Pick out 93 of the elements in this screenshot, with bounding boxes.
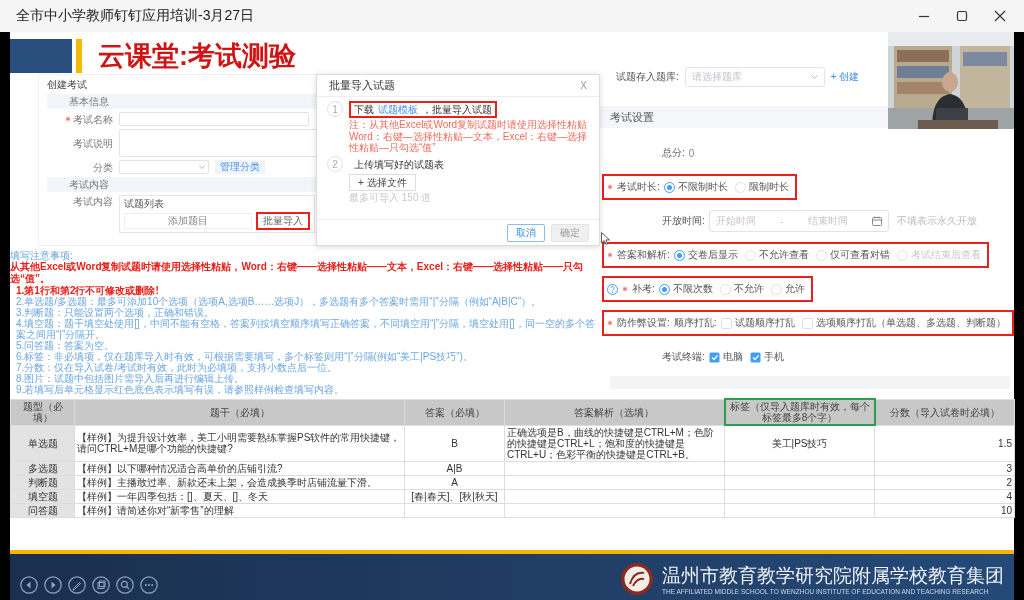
- cancel-button[interactable]: 取消: [507, 223, 545, 242]
- field-label: 答案和解析:: [617, 248, 670, 262]
- radio-option[interactable]: 不允许查看: [744, 248, 809, 262]
- form-heading: 创建考试: [47, 78, 87, 91]
- note-text: 4.填空题：题干填空处使用[]，中间不能有空格，答案列按填空顺序填写正确答案，不同填空用“|”分隔，填空处用[]，同一空的多个答案之间用“|”分隔开。: [15, 318, 596, 340]
- field-label: 考试内容: [73, 195, 113, 208]
- radio-option[interactable]: 交卷后显示: [673, 248, 738, 262]
- table-cell: 3: [874, 461, 1015, 475]
- column-header: 分数（导入试卷时必填）: [874, 399, 1015, 425]
- note-text: 5.问答题：答案为空。: [15, 340, 116, 351]
- step-text: 上传填写好的试题表: [353, 158, 445, 172]
- radio-option[interactable]: 不限制时长: [663, 180, 728, 194]
- table-cell: 1.5: [874, 425, 1015, 461]
- column-header: 答案解析（选填）: [504, 399, 725, 425]
- table-cell: A|B: [404, 461, 505, 475]
- table-cell: 【样例】请简述你对“新零售”的理解: [74, 503, 405, 517]
- note-text: Word：右键—选择性粘贴—文本，Excel：右键—选择性粘贴—只勾选“值”: [349, 131, 589, 153]
- select-field[interactable]: [119, 160, 209, 174]
- field-label: 试题存入题库:: [616, 70, 679, 84]
- field-label: 顺序打乱:: [673, 316, 717, 330]
- field-label: 考试说明: [73, 136, 113, 150]
- table-cell: A: [404, 475, 505, 489]
- warning-text: 从其他Excel或Word复制试题时请使用选择性粘贴，Word：右键——选择性粘贴——文本，Excel：右键——选择性粘贴——只勾选“值”。: [10, 261, 584, 285]
- radio-option[interactable]: 仅可查看对错: [815, 248, 890, 262]
- checkbox-option[interactable]: 电脑: [708, 350, 743, 364]
- logo-icon: [620, 562, 654, 596]
- field-value: 0: [688, 147, 695, 159]
- field-label: 分类: [93, 160, 113, 174]
- pen-icon[interactable]: [68, 576, 86, 594]
- caret-icon: [810, 75, 818, 79]
- range-separator: -: [780, 215, 784, 227]
- table-cell: 2: [874, 475, 1015, 489]
- create-link[interactable]: + 创建: [830, 70, 860, 84]
- table-cell: 单选题: [10, 425, 75, 461]
- radio-option[interactable]: 不限次数: [658, 282, 713, 296]
- column-header: 答案（必填）: [404, 399, 505, 425]
- field-label: 补考:: [632, 282, 655, 296]
- table-cell: 【样例】为提升设计效率，美工小明需要熟练掌握PS软件的常用快捷键，请问CTRL+M是哪个功能的快捷键?: [74, 425, 405, 461]
- step-text: 下载 试题模板 ，批量导入试题: [349, 101, 497, 118]
- accent-bar: [76, 39, 82, 73]
- choose-file-button[interactable]: + 选择文件: [349, 174, 416, 191]
- column-header: 题干（必填）: [74, 399, 405, 425]
- table-cell: 【样例】主播敢过率、新款还未上架，会造成换季时店铺流量下滑。: [74, 475, 405, 489]
- dialog-title: 批量导入试题: [329, 78, 395, 93]
- next-icon[interactable]: [44, 576, 62, 594]
- hint-text: 不填表示永久开放: [896, 214, 977, 228]
- notes-title: 填写注意事项:: [10, 250, 73, 261]
- note-text: 7.分数：仅在导入试卷/考试时有效，此时为必填项，支持小数点后一位。: [15, 362, 339, 373]
- note-text: 3.判断题：只能设置两个选项，正确和错误。: [15, 307, 215, 318]
- org-name: 温州市教育教学研究院附属学校教育集团: [662, 563, 1004, 588]
- table-cell: [春|春天]、[秋|秋天]: [404, 489, 505, 503]
- radio-option[interactable]: 允许: [770, 282, 805, 296]
- checkbox-option[interactable]: 手机: [749, 350, 784, 364]
- list-title: 试题列表: [124, 198, 165, 210]
- input-field[interactable]: [119, 112, 309, 126]
- import-button[interactable]: 批量导入: [256, 212, 310, 230]
- field-label: 考试名称: [73, 112, 113, 126]
- table-cell: 10: [874, 503, 1015, 517]
- table-cell: 【样例】一年四季包括：[]、夏天、[]、冬天: [74, 489, 405, 503]
- slides-icon[interactable]: [92, 576, 110, 594]
- table-cell: 【样例】以下哪种情况适合高单价的店铺引流?: [74, 461, 405, 475]
- table-cell: B: [404, 425, 505, 461]
- header-block: [10, 39, 72, 73]
- column-header: 题型（必填）: [10, 399, 75, 425]
- close-icon[interactable]: [994, 10, 1006, 22]
- table-cell: 正确选项是B，曲线的快捷键是CTRL+M；色阶的快捷键是CTRL+L；饱和度的快捷键是CTRL+U；色彩平衡的快捷键是CTRL+B。: [504, 425, 725, 461]
- field-label: 防作弊设置:: [617, 316, 670, 330]
- calendar-icon: [871, 216, 882, 226]
- window-title: 全市中小学教师钉钉应用培训-3月27日: [16, 7, 256, 25]
- previous-icon[interactable]: [20, 576, 38, 594]
- maximize-icon[interactable]: [956, 10, 968, 22]
- note-text: 8.图片：试题中包括图片需导入后再进行编辑上传。: [15, 373, 245, 384]
- table-cell: 美工|PS技巧: [724, 425, 875, 461]
- checkbox-option[interactable]: 选项顺序打乱（单选题、多选题、判断题）: [801, 316, 1006, 330]
- slide-title: 云课堂:考试测验: [98, 40, 296, 73]
- checkbox-option[interactable]: 试题顺序打乱: [720, 316, 795, 330]
- field-label: 考试时长:: [617, 180, 660, 194]
- note-text: 1.第1行和第2行不可修改或删除!: [15, 285, 160, 296]
- note-text: 9.若填写后单元格显示红色底色表示填写有误，请参照样例检查填写内容。: [15, 384, 346, 395]
- note-text: 2.单选题/多选题：最多可添加10个选项（选项A,选项B……选项J），多选题有多个答案时需用“|”分隔（例如“A|B|C”）。: [15, 296, 543, 307]
- more-icon[interactable]: [140, 576, 158, 594]
- table-cell: 4: [874, 489, 1015, 503]
- column-header: 标签（仅导入题库时有效，每个标签最多8个字）: [724, 399, 875, 425]
- radio-option[interactable]: 限制时长: [734, 180, 789, 194]
- field-label: 开放时间:: [662, 214, 705, 228]
- caret-icon: [199, 165, 205, 169]
- radio-option[interactable]: 不允许: [719, 282, 764, 296]
- note-text: 6.标签：非必填项，仅在题库导入时有效，可根据需要填写，多个标签则用“|”分隔(例如“美工|PS技巧”)。: [15, 351, 474, 362]
- note-text: 注：从其他Excel或Word复制试题时请使用选择性粘贴: [349, 119, 588, 130]
- field-label: 总分:: [662, 146, 685, 160]
- add-question-button[interactable]: 添加题目: [124, 213, 252, 229]
- field-label: 考试终端:: [662, 350, 705, 364]
- search-icon[interactable]: [116, 576, 134, 594]
